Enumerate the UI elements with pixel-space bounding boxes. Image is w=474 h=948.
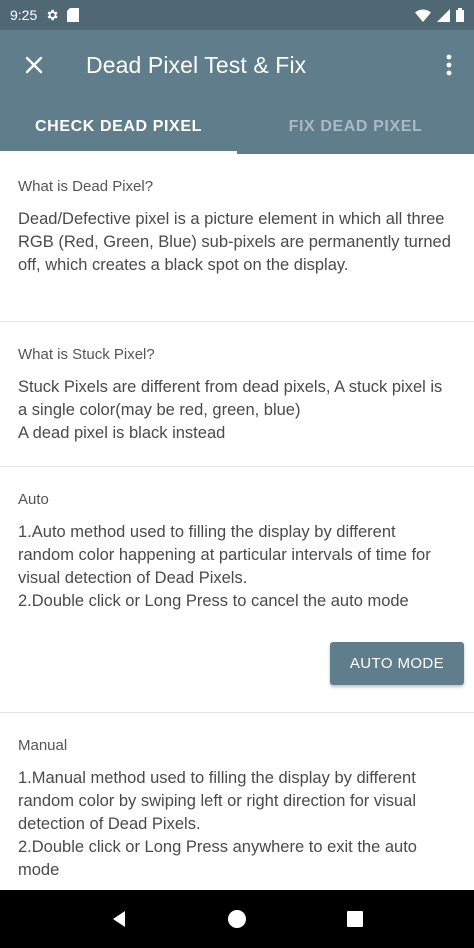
section-title: Auto bbox=[18, 491, 49, 508]
close-button[interactable] bbox=[0, 30, 68, 100]
status-bar: 9:25 bbox=[0, 0, 474, 30]
home-icon bbox=[228, 910, 246, 928]
recents-button[interactable] bbox=[335, 899, 375, 939]
home-button[interactable] bbox=[217, 899, 257, 939]
signal-icon bbox=[437, 8, 450, 22]
gear-icon bbox=[45, 8, 59, 22]
battery-icon bbox=[456, 8, 464, 22]
system-nav-bar bbox=[0, 890, 474, 948]
section-dead-pixel: What is Dead Pixel? Dead/Defective pixel… bbox=[0, 154, 474, 322]
section-auto: Auto 1.Auto method used to filling the d… bbox=[0, 467, 474, 713]
wifi-icon bbox=[415, 8, 431, 22]
tab-bar: CHECK DEAD PIXEL FIX DEAD PIXEL bbox=[0, 100, 474, 154]
status-right bbox=[415, 8, 464, 22]
back-button[interactable] bbox=[99, 899, 139, 939]
more-vert-icon bbox=[446, 54, 452, 76]
status-left: 9:25 bbox=[10, 7, 80, 23]
back-icon bbox=[113, 911, 125, 927]
section-body: 1.Auto method used to filling the displa… bbox=[18, 523, 431, 610]
tab-fix-dead-pixel[interactable]: FIX DEAD PIXEL bbox=[237, 100, 474, 154]
section-body: Stuck Pixels are different from dead pix… bbox=[18, 378, 443, 442]
auto-mode-button[interactable]: AUTO MODE bbox=[330, 642, 464, 685]
section-body: Dead/Defective pixel is a picture elemen… bbox=[18, 210, 451, 274]
app-bar: Dead Pixel Test & Fix bbox=[0, 30, 474, 100]
overflow-menu-button[interactable] bbox=[424, 30, 474, 100]
close-icon bbox=[25, 56, 43, 74]
content-scroll[interactable]: What is Dead Pixel? Dead/Defective pixel… bbox=[0, 154, 474, 890]
tab-check-dead-pixel[interactable]: CHECK DEAD PIXEL bbox=[0, 100, 237, 154]
recents-icon bbox=[347, 911, 363, 927]
section-stuck-pixel: What is Stuck Pixel? Stuck Pixels are di… bbox=[0, 322, 474, 467]
section-title: Manual bbox=[18, 737, 68, 754]
sim-card-icon bbox=[67, 8, 80, 22]
page-title: Dead Pixel Test & Fix bbox=[86, 51, 307, 78]
section-title: What is Stuck Pixel? bbox=[18, 346, 155, 363]
section-title: What is Dead Pixel? bbox=[18, 178, 154, 195]
section-body: 1.Manual method used to filling the disp… bbox=[18, 769, 417, 879]
status-time: 9:25 bbox=[10, 7, 38, 23]
section-manual: Manual 1.Manual method used to filling t… bbox=[0, 713, 474, 890]
